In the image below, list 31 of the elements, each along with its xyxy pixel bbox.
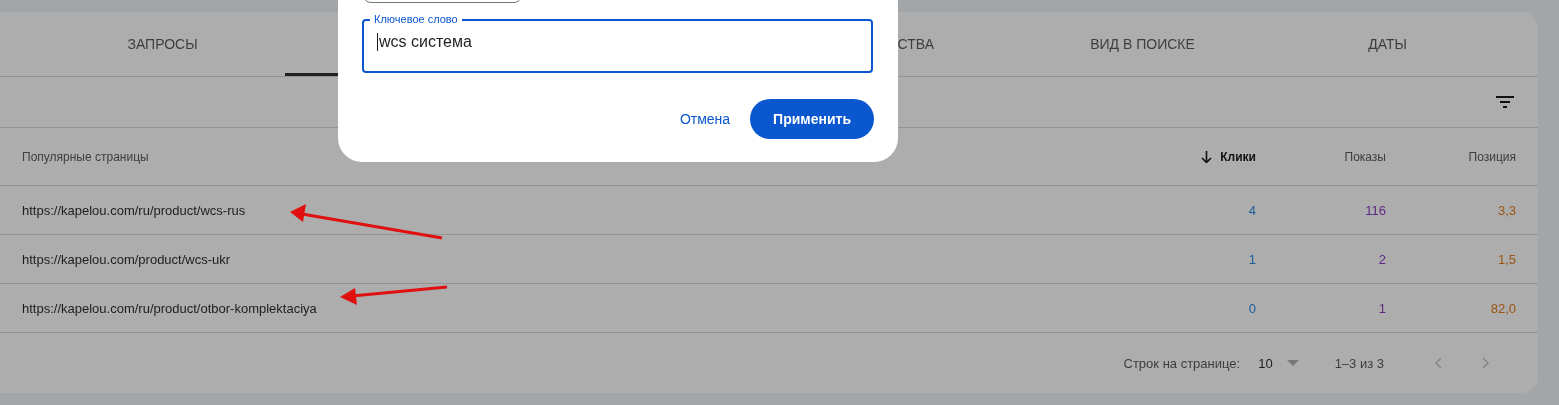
field-value: wcs система (377, 33, 472, 51)
dropdown-caret-icon[interactable] (1286, 360, 1299, 366)
page-url[interactable]: https://kapelou.com/product/wcs-ukr (22, 251, 1076, 267)
tab[interactable]: ЗАПРОСЫ (40, 12, 285, 76)
page-url[interactable]: https://kapelou.com/ru/product/otbor-komplektaciya (22, 300, 1076, 316)
page-url[interactable]: https://kapelou.com/ru/product/wcs-rus (22, 202, 1076, 218)
keyword-field[interactable]: Ключевое слово wcs система (362, 13, 873, 73)
table-cell-text: 3,3 (1496, 202, 1516, 218)
column-header[interactable]: Клики (1076, 149, 1256, 164)
next-page-icon[interactable] (1482, 357, 1490, 369)
table-cell-text: 1,5 (1496, 251, 1516, 267)
rows-per-page-value[interactable]: 10 (1258, 355, 1273, 371)
tab[interactable]: ДАТЫ (1265, 12, 1510, 76)
table-cell-text: 4 (1247, 202, 1256, 218)
cancel-button[interactable]: Отмена (679, 99, 731, 139)
table-cell-text: 1 (1247, 251, 1256, 267)
tab[interactable]: ВИД В ПОИСКЕ (1020, 12, 1265, 76)
table-cell-text: 116 (1364, 202, 1386, 218)
table-cell-text: 0 (1247, 300, 1256, 316)
apply-button[interactable]: Применить (750, 99, 874, 139)
table-cell-text: 82,0 (1489, 300, 1516, 316)
page-range: 1–3 из 3 (1334, 355, 1384, 371)
column-header[interactable]: Показы (1256, 149, 1386, 164)
filter-icon[interactable] (1496, 96, 1514, 108)
rows-per-page-label: Строк на странице: (1123, 355, 1241, 371)
column-header[interactable]: Позиция (1386, 149, 1516, 164)
table-cell-text: 2 (1377, 251, 1386, 267)
previous-page-icon[interactable] (1434, 357, 1442, 369)
field-label: Ключевое слово (373, 13, 459, 26)
table-cell-text: 1 (1377, 300, 1386, 316)
arrow-down-icon (1201, 150, 1213, 163)
